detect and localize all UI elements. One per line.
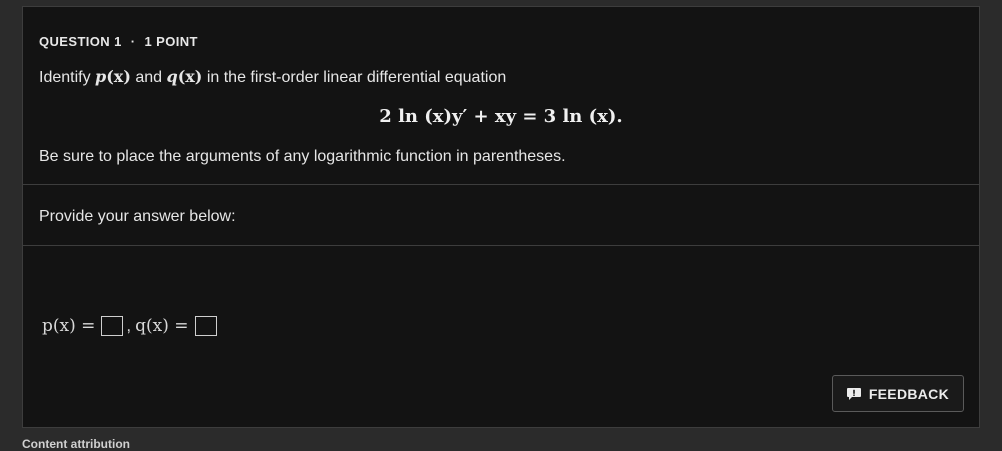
p-answer-input[interactable] (101, 316, 124, 336)
speech-bubble-exclamation-icon (846, 387, 861, 400)
feedback-label: FEEDBACK (868, 385, 949, 402)
question-number: QUESTION 1 (39, 34, 122, 49)
header-separator: · (130, 34, 136, 49)
question-prompt: Identify p(x) and q(x) in the first-orde… (39, 67, 506, 87)
divider (23, 184, 979, 185)
answer-row: p(x) = , q(x) = (42, 316, 219, 336)
question-points: 1 POINT (144, 34, 198, 49)
q-of-x-math: q(x) (166, 67, 203, 86)
p-answer-label: p(x) = (42, 316, 96, 336)
feedback-button[interactable]: FEEDBACK (831, 375, 964, 412)
content-attribution-link[interactable]: Content attribution (22, 437, 130, 451)
question-note: Be sure to place the arguments of any lo… (39, 148, 566, 165)
provide-answer-label: Provide your answer below: (39, 208, 236, 225)
prompt-text-end: in the first-order linear differential e… (202, 69, 507, 86)
differential-equation: 2 ln (x)y′ + xy = 3 ln (x). (379, 106, 623, 127)
q-answer-label: q(x) = (135, 316, 189, 336)
divider (23, 245, 979, 246)
prompt-text-start: Identify (39, 69, 96, 86)
question-card: QUESTION 1 · 1 POINT Identify p(x) and q… (22, 6, 980, 428)
answer-separator: , (126, 316, 132, 335)
prompt-text-and: and (130, 69, 167, 86)
question-header: QUESTION 1 · 1 POINT (39, 34, 198, 49)
q-answer-input[interactable] (194, 316, 217, 336)
p-of-x-math: p(x) (95, 67, 131, 86)
